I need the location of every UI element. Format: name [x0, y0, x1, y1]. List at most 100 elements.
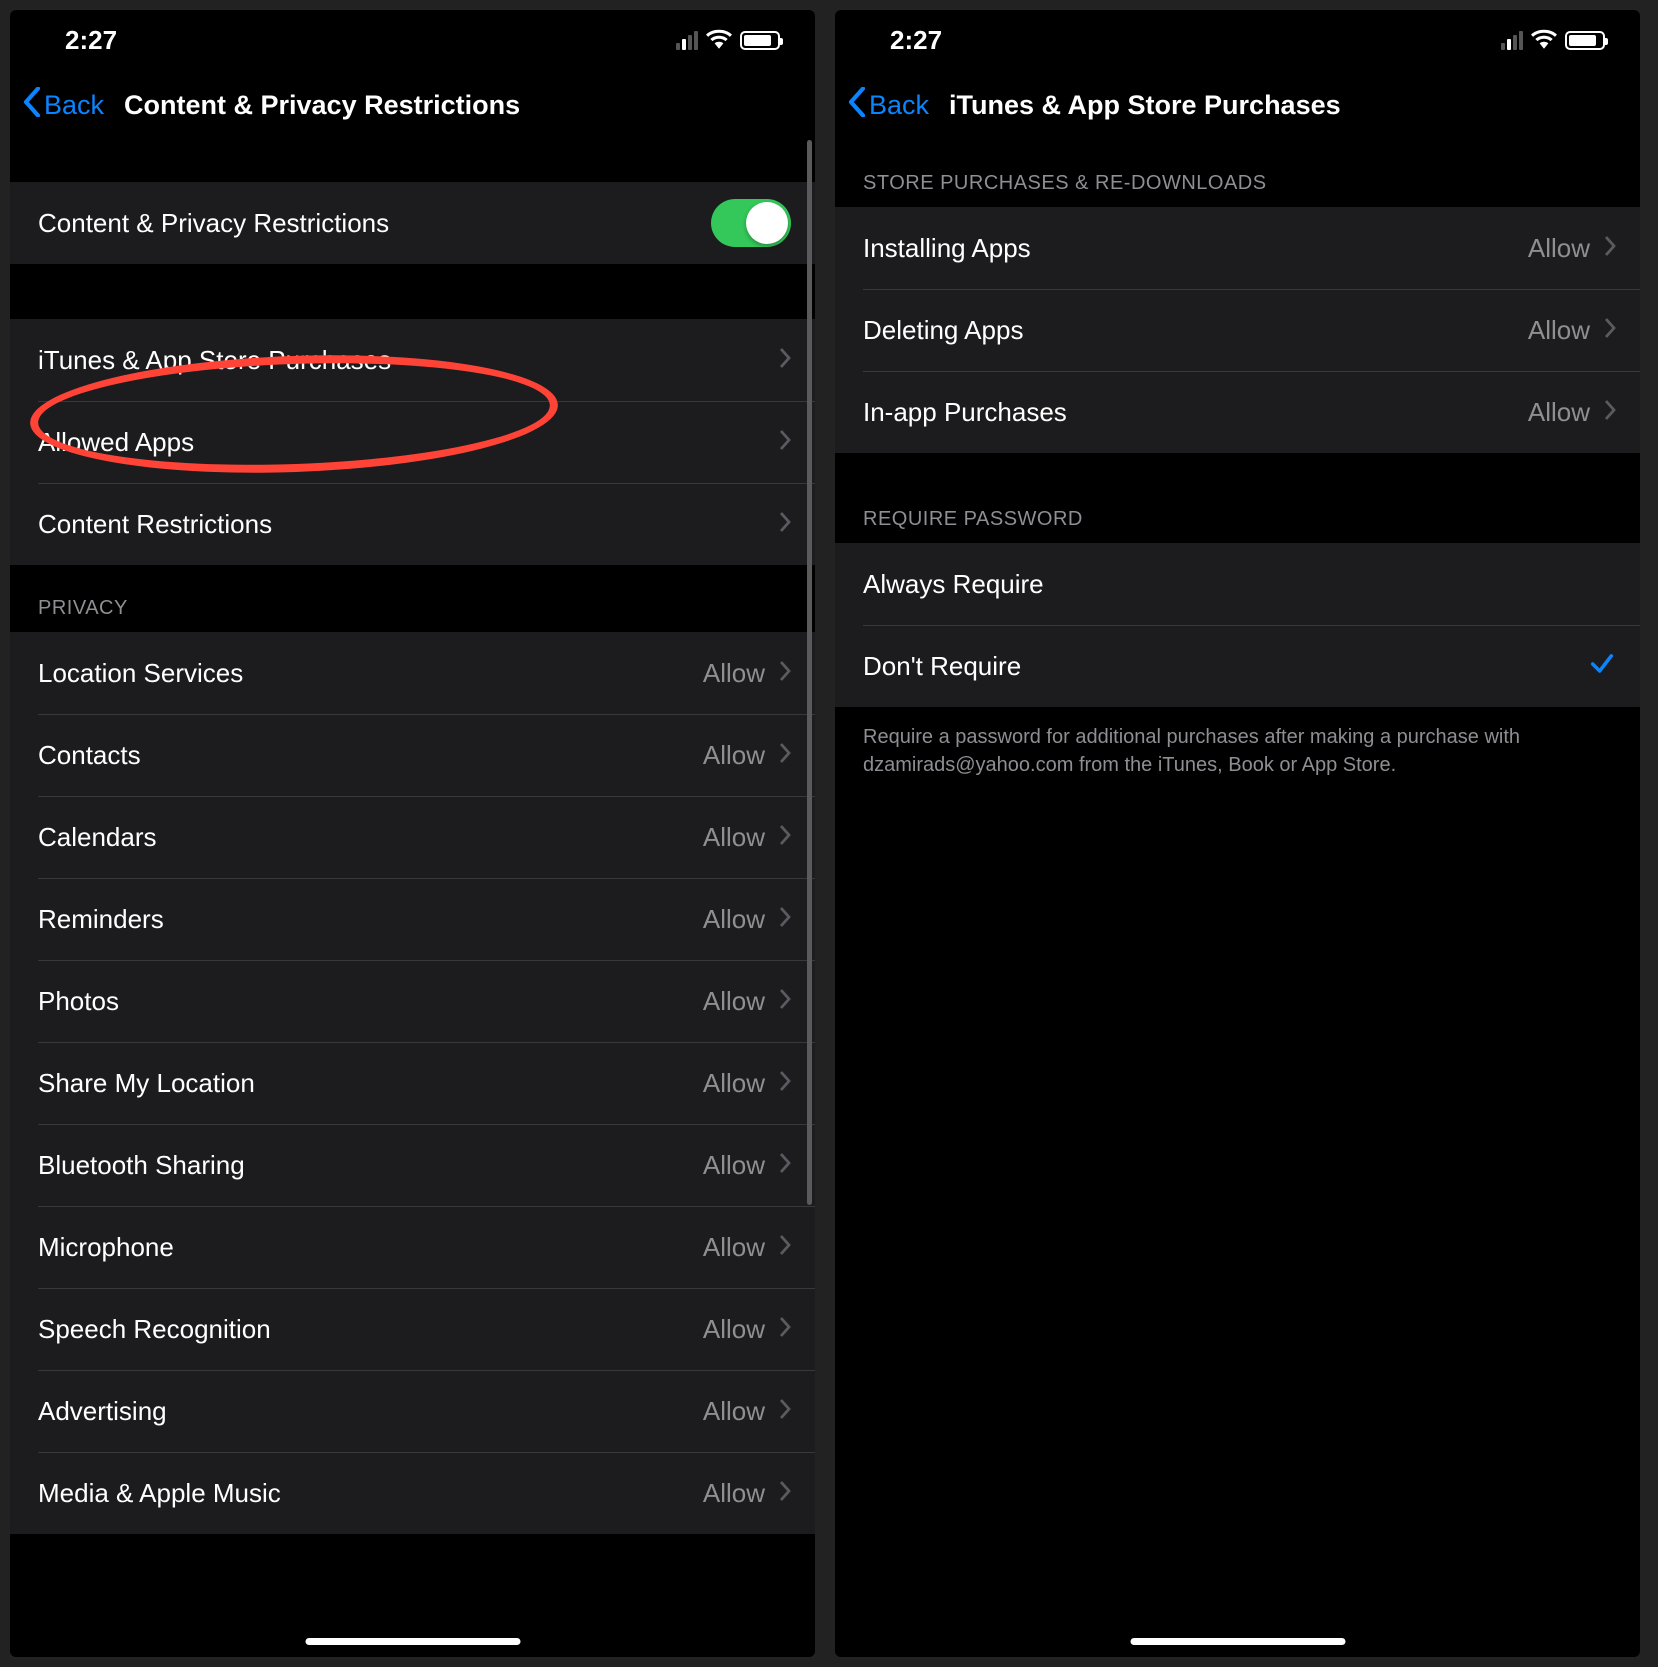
chevron-right-icon	[1604, 400, 1616, 425]
privacy-row[interactable]: Contacts Allow	[10, 714, 815, 796]
home-indicator[interactable]	[305, 1638, 520, 1645]
status-time: 2:27	[890, 25, 942, 56]
chevron-right-icon	[779, 348, 791, 373]
chevron-right-icon	[779, 1317, 791, 1342]
store-row[interactable]: Installing Apps Allow	[835, 207, 1640, 289]
chevron-right-icon	[779, 1153, 791, 1178]
password-option-row[interactable]: Don't Require	[835, 625, 1640, 707]
row-value: Allow	[703, 986, 765, 1017]
privacy-row[interactable]: Bluetooth SharingAllow	[10, 1124, 815, 1206]
nav-bar: Back iTunes & App Store Purchases	[835, 70, 1640, 140]
status-bar: 2:27	[835, 10, 1640, 70]
nav-row[interactable]: Content Restrictions	[10, 483, 815, 565]
left-screen: 2:27 Back Content & Privacy Restrictions…	[10, 10, 815, 1657]
chevron-right-icon	[779, 1071, 791, 1096]
status-bar: 2:27	[10, 10, 815, 70]
chevron-right-icon	[779, 1481, 791, 1506]
row-label: Photos	[38, 986, 119, 1017]
status-time: 2:27	[65, 25, 117, 56]
nav-row[interactable]: Allowed Apps	[10, 401, 815, 483]
privacy-row[interactable]: Media & Apple Music Allow	[10, 1452, 815, 1534]
row-label: Location Services	[38, 658, 243, 689]
row-label: Content & Privacy Restrictions	[38, 208, 389, 239]
status-indicators	[1501, 25, 1605, 56]
privacy-row[interactable]: Photos Allow	[10, 960, 815, 1042]
privacy-row[interactable]: Advertising Allow	[10, 1370, 815, 1452]
chevron-right-icon	[779, 430, 791, 455]
chevron-right-icon	[1604, 236, 1616, 261]
chevron-right-icon	[779, 989, 791, 1014]
nav-row[interactable]: iTunes & App Store Purchases	[10, 319, 815, 401]
privacy-row[interactable]: Share My Location Allow	[10, 1042, 815, 1124]
store-row[interactable]: In-app Purchases Allow	[835, 371, 1640, 453]
content-privacy-toggle-row[interactable]: Content & Privacy Restrictions	[10, 182, 815, 264]
wifi-icon	[706, 25, 732, 56]
row-value: Allow	[1528, 233, 1590, 264]
toggle-switch[interactable]	[711, 199, 791, 247]
battery-icon	[740, 31, 780, 50]
chevron-right-icon	[779, 907, 791, 932]
cellular-signal-icon	[676, 31, 698, 50]
back-button[interactable]: Back	[847, 87, 929, 124]
row-label: iTunes & App Store Purchases	[38, 345, 391, 376]
row-label: Deleting Apps	[863, 315, 1023, 346]
row-label: Content Restrictions	[38, 509, 272, 540]
chevron-right-icon	[779, 512, 791, 537]
row-label: Advertising	[38, 1396, 167, 1427]
scrollbar-thumb[interactable]	[807, 140, 812, 1205]
nav-title: Content & Privacy Restrictions	[124, 90, 520, 121]
chevron-left-icon	[847, 87, 867, 124]
chevron-left-icon	[22, 87, 42, 124]
row-value: Allow	[703, 1068, 765, 1099]
privacy-row[interactable]: Location Services Allow	[10, 632, 815, 714]
row-label: Don't Require	[863, 651, 1021, 682]
privacy-row[interactable]: Speech Recognition Allow	[10, 1288, 815, 1370]
chevron-right-icon	[779, 661, 791, 686]
row-label: Speech Recognition	[38, 1314, 271, 1345]
password-option-row[interactable]: Always Require	[835, 543, 1640, 625]
password-section-header: REQUIRE PASSWORD	[835, 453, 1640, 543]
wifi-icon	[1531, 25, 1557, 56]
back-label: Back	[44, 90, 104, 121]
store-section-header: STORE PURCHASES & RE-DOWNLOADS	[835, 140, 1640, 207]
row-label: Installing Apps	[863, 233, 1031, 264]
row-value: Allow	[1528, 315, 1590, 346]
row-label: Share My Location	[38, 1068, 255, 1099]
privacy-row[interactable]: MicrophoneAllow	[10, 1206, 815, 1288]
nav-bar: Back Content & Privacy Restrictions	[10, 70, 815, 140]
row-value: Allow	[703, 904, 765, 935]
home-indicator[interactable]	[1130, 1638, 1345, 1645]
content-area: Content & Privacy Restrictions iTunes & …	[10, 140, 815, 1657]
row-value: Allow	[703, 1396, 765, 1427]
store-row[interactable]: Deleting Apps Allow	[835, 289, 1640, 371]
row-value: Allow	[703, 740, 765, 771]
row-label: Microphone	[38, 1232, 174, 1263]
row-value: Allow	[703, 1314, 765, 1345]
row-label: Media & Apple Music	[38, 1478, 281, 1509]
row-label: Contacts	[38, 740, 141, 771]
back-button[interactable]: Back	[22, 87, 104, 124]
right-screen: 2:27 Back iTunes & App Store Purchases S…	[835, 10, 1640, 1657]
row-value: Allow	[1528, 397, 1590, 428]
row-value: Allow	[703, 658, 765, 689]
privacy-row[interactable]: Calendars Allow	[10, 796, 815, 878]
privacy-row[interactable]: Reminders Allow	[10, 878, 815, 960]
row-value: Allow	[703, 1150, 765, 1181]
row-value: Allow	[703, 822, 765, 853]
chevron-right-icon	[779, 1399, 791, 1424]
row-label: Always Require	[863, 569, 1044, 600]
chevron-right-icon	[1604, 318, 1616, 343]
privacy-section-header: PRIVACY	[10, 565, 815, 632]
row-label: Reminders	[38, 904, 164, 935]
status-indicators	[676, 25, 780, 56]
row-label: Calendars	[38, 822, 157, 853]
content-area: STORE PURCHASES & RE-DOWNLOADS Installin…	[835, 140, 1640, 1657]
row-value: Allow	[703, 1478, 765, 1509]
chevron-right-icon	[779, 825, 791, 850]
chevron-right-icon	[779, 743, 791, 768]
chevron-right-icon	[779, 1235, 791, 1260]
section-footer-text: Require a password for additional purcha…	[835, 707, 1640, 795]
row-label: In-app Purchases	[863, 397, 1067, 428]
back-label: Back	[869, 90, 929, 121]
checkmark-icon	[1588, 650, 1616, 683]
